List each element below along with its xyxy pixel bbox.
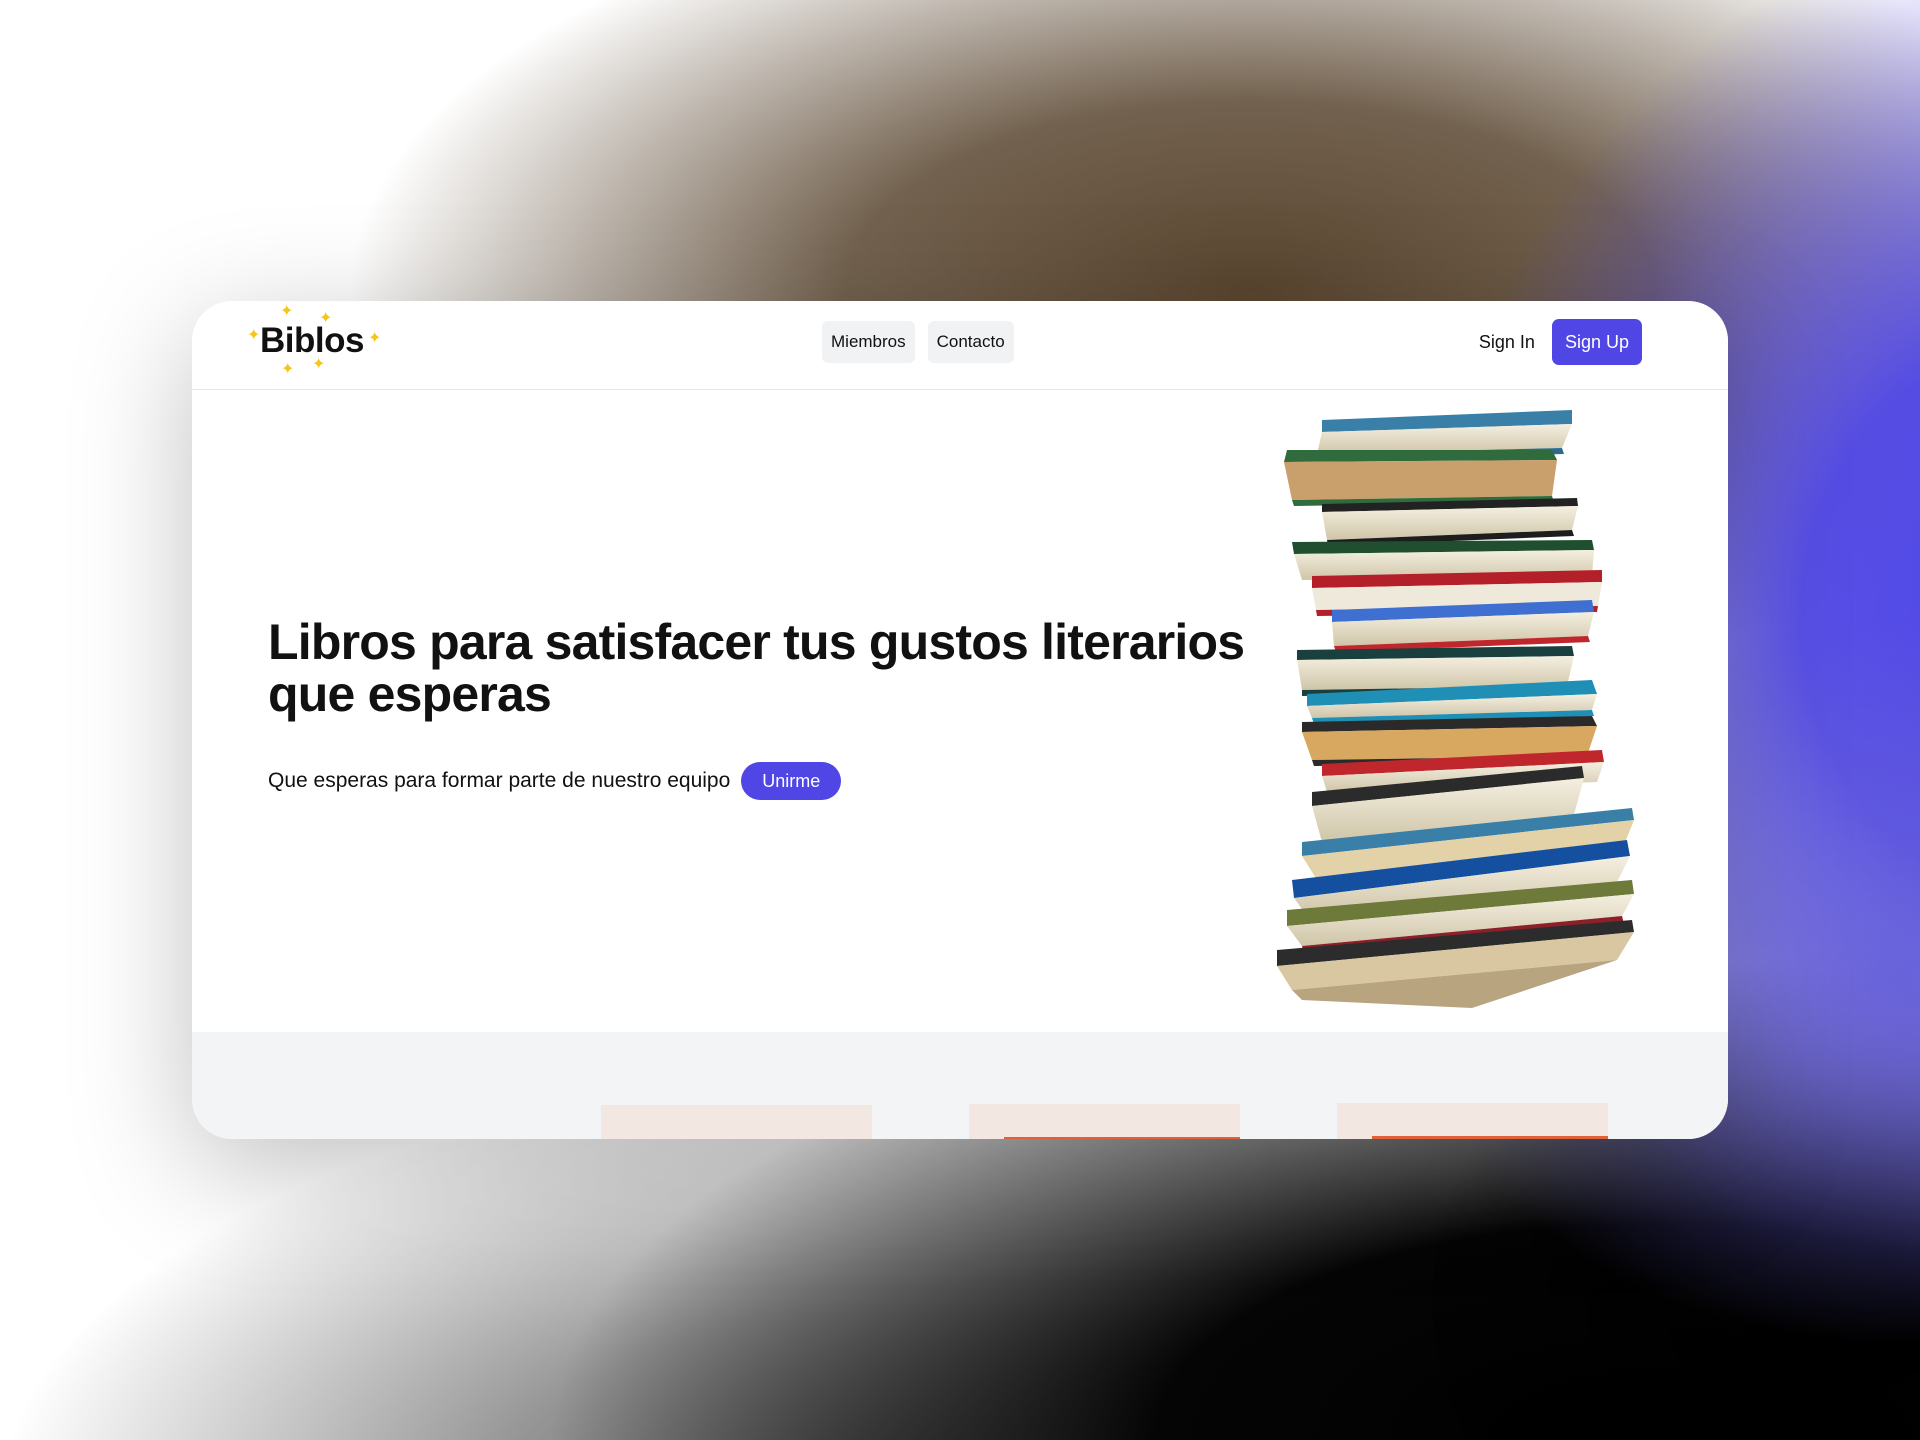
hero-section: Libros para satisfacer tus gustos litera… bbox=[192, 390, 1728, 1032]
sparkle-icon: ✦ bbox=[281, 361, 295, 378]
main-nav: Miembros Contacto bbox=[822, 321, 1014, 363]
hero-headline: Libros para satisfacer tus gustos litera… bbox=[268, 614, 1245, 722]
feature-card[interactable] bbox=[1337, 1103, 1608, 1139]
join-button[interactable]: Unirme bbox=[741, 762, 842, 800]
card-accent-stripe bbox=[1004, 1137, 1240, 1139]
logo[interactable]: ✦ ✦ ✦ ✦ ✦ ✦ Biblos bbox=[247, 301, 397, 389]
sparkle-icon: ✦ bbox=[368, 330, 382, 347]
sparkle-icon: ✦ bbox=[280, 303, 294, 320]
logo-text: Biblos bbox=[260, 321, 364, 360]
book-3 bbox=[1322, 498, 1578, 546]
auth-actions: Sign In Sign Up bbox=[1479, 319, 1642, 365]
nav-item-contacto[interactable]: Contacto bbox=[927, 321, 1014, 363]
book-2 bbox=[1284, 450, 1557, 506]
hero-subline: Que esperas para formar parte de nuestro… bbox=[268, 762, 842, 800]
hero-subtext: Que esperas para formar parte de nuestro… bbox=[268, 769, 731, 792]
feature-card[interactable] bbox=[969, 1104, 1240, 1139]
nav-item-miembros[interactable]: Miembros bbox=[822, 321, 915, 363]
browser-window: ✦ ✦ ✦ ✦ ✦ ✦ Biblos Miembros Contacto Sig… bbox=[192, 301, 1728, 1139]
sparkle-icon: ✦ bbox=[247, 327, 261, 344]
card-accent-stripe bbox=[1372, 1136, 1608, 1139]
book-stack-image bbox=[1277, 410, 1634, 1008]
sign-in-link[interactable]: Sign In bbox=[1479, 332, 1535, 353]
site-header: ✦ ✦ ✦ ✦ ✦ ✦ Biblos Miembros Contacto Sig… bbox=[192, 301, 1728, 390]
features-section bbox=[192, 1032, 1728, 1139]
feature-card[interactable] bbox=[601, 1105, 872, 1139]
sign-up-button[interactable]: Sign Up bbox=[1551, 319, 1642, 365]
